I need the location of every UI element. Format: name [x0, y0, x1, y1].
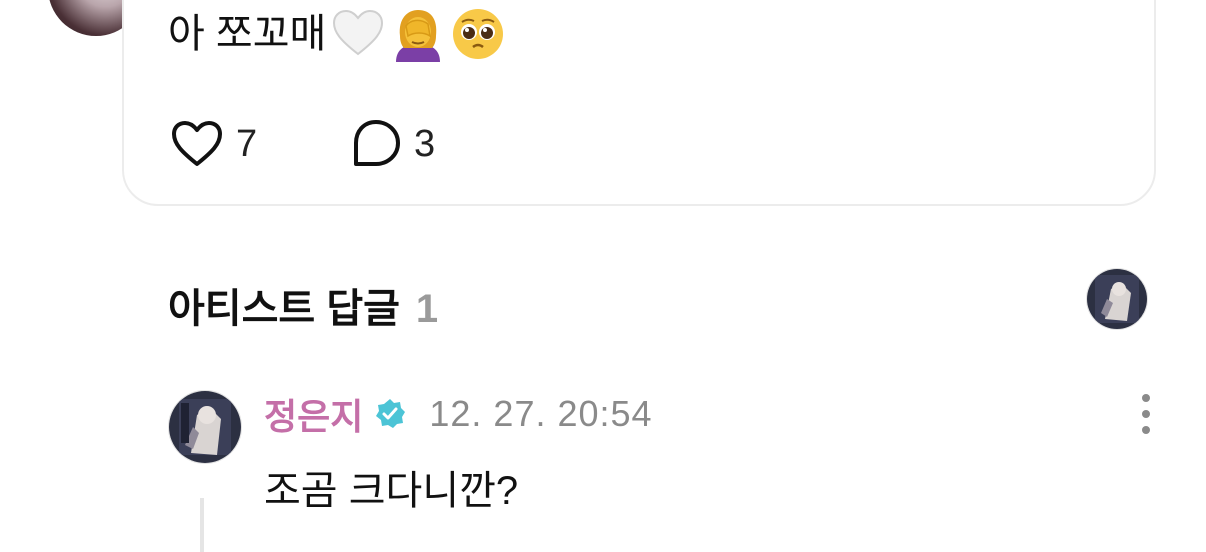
screen: 아 쪼꼬매 7 3 아티스트 답글 1 정은지 12. 27. 20:54 조곰… [0, 0, 1206, 552]
comment-timestamp: 12. 27. 20:54 [429, 393, 653, 434]
verified-badge-icon [376, 399, 406, 428]
post-body: 아 쪼꼬매 [168, 6, 506, 62]
like-button[interactable]: 7 [170, 118, 257, 170]
post-text: 아 쪼꼬매 [168, 12, 327, 56]
comment-bubble-icon [354, 120, 400, 166]
more-dot-icon [1142, 410, 1150, 418]
comment-author-name[interactable]: 정은지 [264, 388, 363, 440]
artist-replies-title: 아티스트 답글 [168, 287, 400, 331]
artist-replies-count: 1 [415, 287, 439, 331]
more-dot-icon [1142, 426, 1150, 434]
artist-replies-header: 아티스트 답글 1 [168, 276, 438, 334]
comment-text: 조곰 크다니깐? [264, 469, 519, 513]
reply-thread-line [200, 498, 204, 552]
white-heart-icon [333, 9, 384, 56]
more-dot-icon [1142, 394, 1150, 402]
woman-facepalming-icon [396, 10, 441, 62]
artist-avatar[interactable] [1086, 268, 1148, 330]
comment-button[interactable]: 3 [350, 118, 435, 170]
artist-photo [1087, 269, 1147, 329]
heart-icon [172, 121, 222, 166]
more-options-button[interactable] [1132, 394, 1160, 434]
like-count: 7 [236, 122, 258, 165]
comment-header: 정은지 12. 27. 20:54 [264, 390, 653, 438]
pleading-face-icon [453, 9, 504, 59]
comment-author-photo [169, 391, 241, 463]
comment-author-avatar[interactable] [168, 390, 242, 464]
comment-count: 3 [414, 122, 436, 165]
